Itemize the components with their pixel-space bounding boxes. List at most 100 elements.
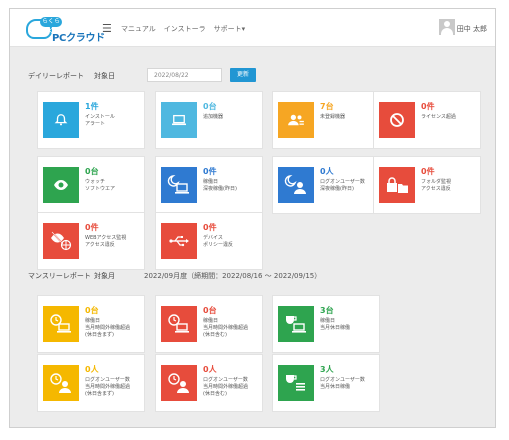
- card-label-line: 当月休日稼働: [320, 325, 351, 331]
- card-count: 0件: [203, 223, 217, 232]
- clock-user-icon: [161, 365, 197, 401]
- report-card[interactable]: 0人 ログオンユーザー数 当月時間外稼働超過 (休日含まず): [37, 354, 145, 412]
- card-label: ログオンユーザー数 深夜稼働(昨日): [320, 179, 380, 193]
- cup-laptop-icon: [278, 306, 314, 342]
- users-icon: [278, 102, 314, 138]
- report-card[interactable]: 0人 ログオンユーザー数 当月時間外稼働超過 (休日含む): [155, 354, 263, 412]
- avatar-body: [441, 28, 453, 35]
- card-label-line: ログオンユーザー数: [320, 377, 365, 383]
- card-count: 0件: [85, 223, 99, 232]
- card-label-line: アラート: [85, 121, 106, 127]
- clock-laptop-icon: [43, 306, 79, 342]
- card-count: 0件: [203, 167, 217, 176]
- nav-installer[interactable]: インストーラ: [164, 24, 206, 34]
- card-count: 0件: [421, 102, 435, 111]
- web-block-icon: [43, 223, 79, 259]
- prohibited-icon: [379, 102, 415, 138]
- card-label-line: 深夜稼働(昨日): [203, 186, 237, 192]
- card-label: 稼働日 当月休日稼働: [320, 318, 380, 332]
- folder-lock-icon: [379, 167, 415, 203]
- nav-manual[interactable]: マニュアル: [121, 24, 156, 34]
- card-label: 稼働日 当月時間外稼働超過 (休日含む): [203, 318, 263, 339]
- report-card[interactable]: 0件稼働日 深夜稼働(昨日): [155, 156, 263, 214]
- moon-user-icon: [278, 167, 314, 203]
- clock-laptop-icon: [161, 306, 197, 342]
- card-count: 0台: [203, 102, 217, 111]
- report-card[interactable]: 0件デバイス ポリシー違反: [155, 212, 263, 270]
- card-label-line: WEBアクセス監視: [85, 235, 127, 241]
- card-label: 未登録機器: [320, 114, 380, 121]
- card-count: 1件: [85, 102, 99, 111]
- card-count: 0台: [85, 306, 99, 315]
- card-count: 3台: [320, 306, 334, 315]
- card-label: ウォッチ ソフトウエア: [85, 179, 145, 193]
- card-label-line: (休日含む): [203, 332, 227, 338]
- card-count: 0人: [85, 365, 99, 374]
- card-label-line: 稼働日: [320, 318, 336, 324]
- logo-text: PCクラウド: [52, 33, 105, 44]
- monthly-report-title: マンスリーレポート: [28, 272, 91, 280]
- card-label: 稼働日 深夜稼働(昨日): [203, 179, 263, 193]
- card-label-line: 未登録機器: [320, 114, 346, 120]
- card-label: WEBアクセス監視 アクセス違反: [85, 235, 145, 249]
- card-count: 3人: [320, 365, 334, 374]
- report-card[interactable]: 0件 WEBアクセス監視 アクセス違反: [37, 212, 145, 270]
- card-label-line: 当月時間外稼働超過: [85, 325, 131, 331]
- avatar[interactable]: [439, 19, 455, 35]
- avatar-head: [444, 21, 450, 27]
- card-label: 追加機器: [203, 114, 263, 121]
- usb-icon: [161, 223, 197, 259]
- card-label: 稼働日 当月時間外稼働超過 (休日含まず): [85, 318, 145, 339]
- cup-user-icon: [278, 365, 314, 401]
- card-label-line: アクセス違反: [85, 242, 115, 248]
- card-label-line: ログオンユーザー数: [320, 179, 365, 185]
- card-label-line: ログオンユーザー数: [85, 377, 130, 383]
- report-card[interactable]: 0台稼働日 当月時間外稼働超過 (休日含む): [155, 295, 263, 353]
- report-card[interactable]: 0台追加機器: [155, 91, 263, 149]
- card-count: 0件: [421, 167, 435, 176]
- card-label-line: 追加機器: [203, 114, 224, 120]
- daily-target-label: 対象日: [94, 72, 115, 80]
- report-card[interactable]: 3台稼働日 当月休日稼働: [272, 295, 380, 353]
- report-card[interactable]: 0台 ウォッチ ソフトウエア: [37, 156, 145, 214]
- report-card[interactable]: 0件フォルダ監視 アクセス違反: [373, 156, 481, 214]
- report-card[interactable]: 0台稼働日 当月時間外稼働超過 (休日含まず): [37, 295, 145, 353]
- card-label-line: 当月時間外稼働超過: [85, 384, 131, 390]
- date-input[interactable]: [147, 68, 222, 82]
- card-label-line: 稼働日: [85, 318, 101, 324]
- report-card[interactable]: 3人ログオンユーザー数 当月休日稼働: [272, 354, 380, 412]
- card-count: 0人: [320, 167, 334, 176]
- report-card[interactable]: 1件 インストール アラート: [37, 91, 145, 149]
- eye-icon: [43, 167, 79, 203]
- logo[interactable]: らくらく PCクラウド: [26, 17, 105, 44]
- card-label-line: フォルダ監視: [421, 179, 452, 185]
- logo-badge: らくらく: [40, 17, 62, 35]
- card-label: ログオンユーザー数 当月時間外稼働超過 (休日含む): [203, 377, 263, 398]
- report-card[interactable]: 0件ライセンス超過: [373, 91, 481, 149]
- laptop-icon: [161, 102, 197, 138]
- card-label-line: デバイス: [203, 235, 223, 241]
- card-label-line: (休日含まず): [85, 332, 114, 338]
- card-label-line: 稼働日: [203, 318, 219, 324]
- user-name[interactable]: 田中 太郎: [457, 24, 487, 34]
- card-label-line: ライセンス超過: [421, 114, 456, 120]
- report-card[interactable]: 0人ログオンユーザー数 深夜稼働(昨日): [272, 156, 380, 214]
- monthly-target-label: 対象月: [94, 272, 115, 280]
- card-count: 0台: [203, 306, 217, 315]
- nav-support[interactable]: サポート▾: [214, 24, 246, 34]
- daily-report-title: デイリーレポート: [28, 72, 84, 80]
- card-label: ライセンス超過: [421, 114, 481, 121]
- moon-laptop-icon: [161, 167, 197, 203]
- card-label-line: 稼働日: [203, 179, 219, 185]
- card-label-line: (休日含む): [203, 391, 227, 397]
- menu-icon[interactable]: ☰: [102, 22, 112, 35]
- card-label-line: 当月時間外稼働超過: [203, 325, 249, 331]
- update-button[interactable]: 更新: [230, 68, 256, 82]
- report-card[interactable]: 7台 未登録機器: [272, 91, 380, 149]
- card-label-line: ポリシー違反: [203, 242, 234, 248]
- monthly-period: 2022/09月度（締期間：2022/08/16 ～ 2022/09/15）: [144, 272, 322, 280]
- clock-user-icon: [43, 365, 79, 401]
- bell-icon: [43, 102, 79, 138]
- card-label: フォルダ監視 アクセス違反: [421, 179, 481, 193]
- card-label: ログオンユーザー数 当月休日稼働: [320, 377, 380, 391]
